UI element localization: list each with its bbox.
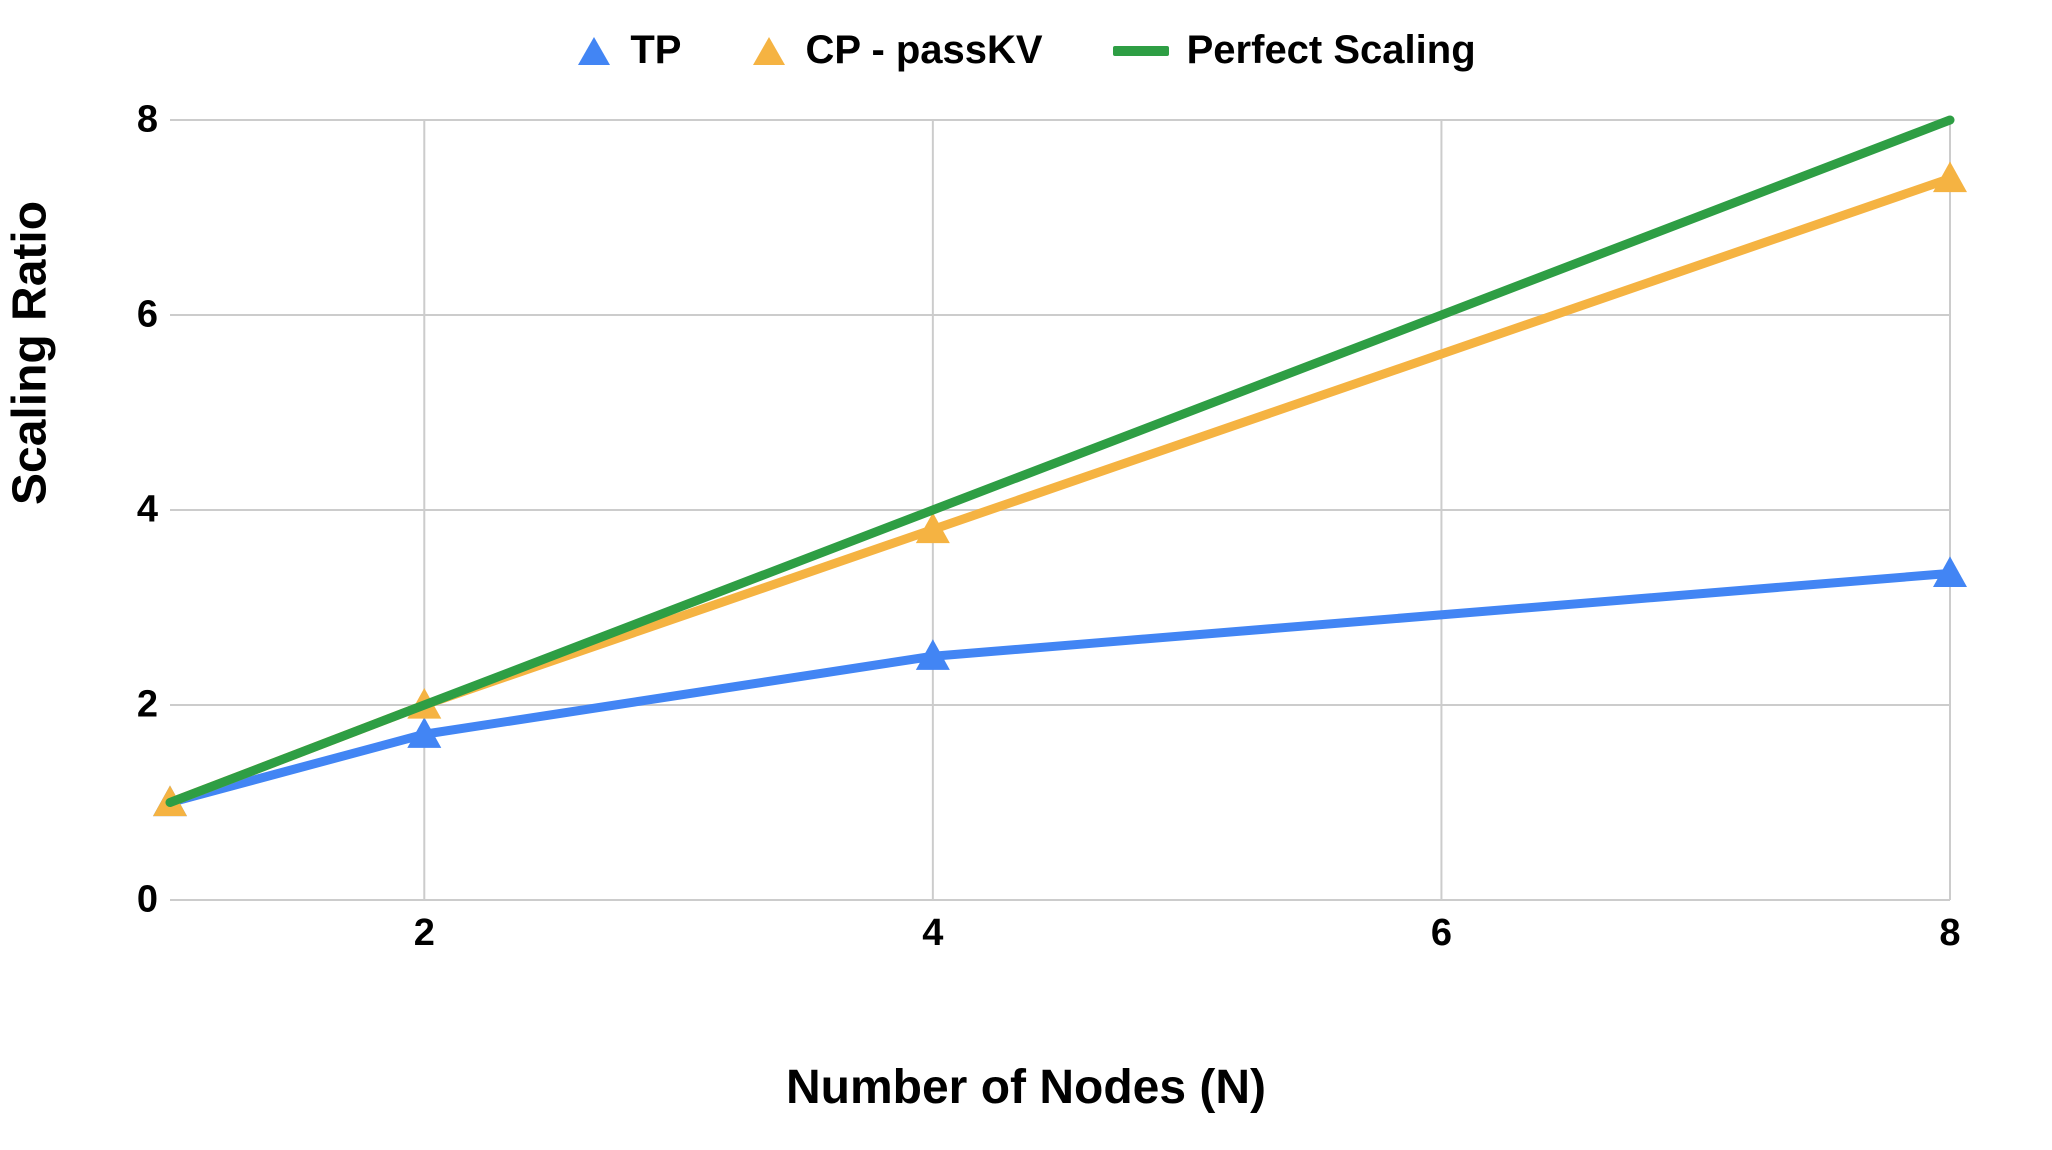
plot-area (170, 120, 1950, 900)
y-tick-label: 6 (78, 294, 158, 337)
legend-label: Perfect Scaling (1187, 28, 1476, 73)
line-swatch-icon (1113, 46, 1169, 56)
plot-svg (170, 120, 1950, 900)
triangle-icon (751, 35, 787, 67)
chart: TP CP - passKV Perfect Scaling Scaling R… (0, 0, 2052, 1150)
y-axis-label: Scaling Ratio (3, 201, 58, 505)
x-tick-label: 8 (1939, 912, 1960, 955)
x-tick-label: 6 (1431, 912, 1452, 955)
legend-item-cp: CP - passKV (751, 28, 1042, 73)
x-tick-label: 2 (414, 912, 435, 955)
y-tick-label: 2 (78, 684, 158, 727)
x-tick-label: 4 (922, 912, 943, 955)
y-tick-label: 4 (78, 489, 158, 532)
triangle-icon (576, 35, 612, 67)
legend-label: CP - passKV (805, 28, 1042, 73)
legend-item-perfect: Perfect Scaling (1113, 28, 1476, 73)
y-tick-label: 8 (78, 99, 158, 142)
legend-item-tp: TP (576, 28, 681, 73)
legend: TP CP - passKV Perfect Scaling (0, 28, 2052, 73)
x-axis-label: Number of Nodes (N) (0, 1060, 2052, 1115)
y-tick-label: 0 (78, 879, 158, 922)
legend-label: TP (630, 28, 681, 73)
